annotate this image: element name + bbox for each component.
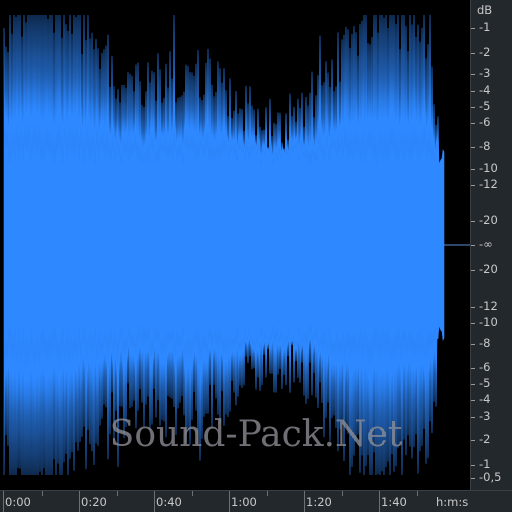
audio-editor-view: dB -1 -2 -3 -4 -5 -6 -8 -10 -12 -20 -∞ -… <box>0 0 512 512</box>
db-label: -10 <box>479 161 498 175</box>
db-label: -0,5 <box>479 470 502 484</box>
db-label: -8 <box>479 139 491 153</box>
db-label: -8 <box>479 336 491 350</box>
db-label: -12 <box>479 299 498 313</box>
db-label: -2 <box>479 432 491 446</box>
db-label: -2 <box>479 45 491 59</box>
db-label: -4 <box>479 83 491 97</box>
waveform-shape <box>3 14 445 476</box>
db-label-center: -∞ <box>479 237 493 251</box>
db-label: -6 <box>479 360 491 374</box>
db-label: -20 <box>479 262 498 276</box>
waveform-display[interactable] <box>0 0 470 490</box>
time-ruler[interactable]: 0:00 0:20 0:40 1:00 1:20 1:40 <box>0 490 470 512</box>
db-label: -3 <box>479 66 491 80</box>
db-unit-label: dB <box>477 3 493 17</box>
waveform-graph <box>3 14 470 476</box>
db-scale: dB -1 -2 -3 -4 -5 -6 -8 -10 -12 -20 -∞ -… <box>470 0 512 490</box>
time-label: 1:00 <box>231 495 257 509</box>
db-label: -10 <box>479 315 498 329</box>
db-label: -3 <box>479 409 491 423</box>
time-unit-box: h:m:s <box>436 490 512 512</box>
time-label: 0:20 <box>81 495 107 509</box>
db-label: -5 <box>479 376 491 390</box>
db-label: -1 <box>479 20 491 34</box>
time-label: 1:40 <box>381 495 407 509</box>
db-label: -6 <box>479 115 491 129</box>
time-label: 0:00 <box>5 495 31 509</box>
time-label: 0:40 <box>156 495 182 509</box>
time-unit-label: h:m:s <box>436 495 469 509</box>
db-label: -20 <box>479 213 498 227</box>
db-label: -5 <box>479 99 491 113</box>
db-label: -4 <box>479 392 491 406</box>
time-label: 1:20 <box>306 495 332 509</box>
db-label: -12 <box>479 177 498 191</box>
